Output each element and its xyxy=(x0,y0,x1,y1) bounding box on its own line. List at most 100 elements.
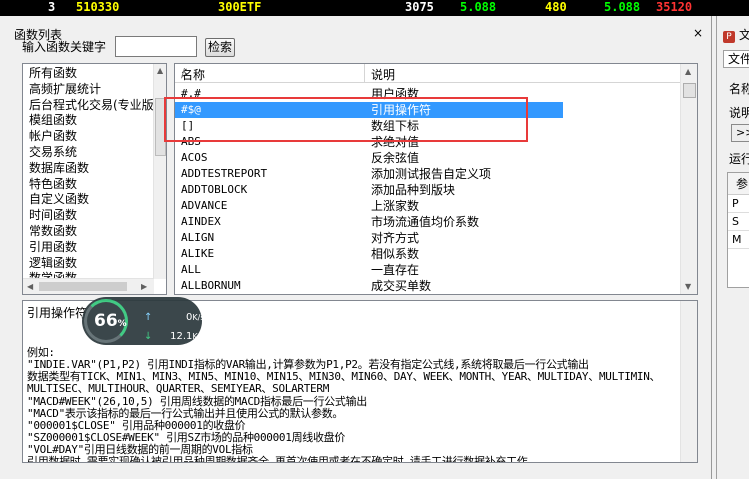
table-row[interactable]: [] 数组下标 xyxy=(175,118,681,134)
table-row[interactable]: ABS 求绝对值 xyxy=(175,134,681,150)
params-grid-row[interactable]: P xyxy=(728,195,749,213)
scroll-left-icon[interactable]: ◀ xyxy=(27,282,33,292)
column-header-name[interactable]: 名称 / xyxy=(175,64,365,83)
function-name: #$@ xyxy=(181,103,201,116)
params-grid-row[interactable]: S xyxy=(728,213,749,231)
table-row[interactable]: ADDTOBLOCK 添加品种到版块 xyxy=(175,182,681,198)
network-monitor-widget[interactable]: 66% ↑ 0K/s ↓ 12.1K/s xyxy=(82,297,205,345)
sort-divider-icon: / xyxy=(181,66,186,80)
upload-speed: ↑ 0K/s xyxy=(144,312,205,323)
desc-label: 说明 xyxy=(729,106,749,120)
function-name: ABS xyxy=(181,135,201,148)
table-row[interactable]: ALIKE 相似系数 xyxy=(175,246,681,262)
table-row[interactable]: ALIGN 对齐方式 xyxy=(175,230,681,246)
function-name: AINDEX xyxy=(181,215,221,228)
category-item[interactable]: 所有函数 xyxy=(29,65,77,81)
ticker-name: 300ETF xyxy=(218,0,262,14)
function-description: 上涨家数 xyxy=(371,199,420,213)
formula-editor-panel: P文 文件 名称 说明 >> 运行 参 PSM xyxy=(716,16,749,479)
scrollbar-thumb[interactable] xyxy=(39,282,127,291)
selection-highlight xyxy=(175,102,563,118)
scroll-up-icon[interactable]: ▲ xyxy=(157,66,163,76)
ticker-volume: 3075 xyxy=(405,0,434,14)
params-grid-row[interactable]: M xyxy=(728,231,749,249)
table-row[interactable]: #.# 用户函数 xyxy=(175,86,681,102)
keyword-input[interactable] xyxy=(115,36,197,57)
function-name: ADDTOBLOCK xyxy=(181,183,248,196)
function-name: ALL xyxy=(181,263,201,276)
search-button[interactable]: 检索 xyxy=(205,38,235,57)
detail-line: MULTISEC、MULTIHOUR、QUARTER、SEMIYEAR、SOLA… xyxy=(27,382,330,395)
category-item[interactable]: 自定义函数 xyxy=(29,191,89,207)
ticker-price: 5.088 xyxy=(460,0,497,14)
function-description: 求绝对值 xyxy=(371,135,420,149)
scroll-right-icon[interactable]: ▶ xyxy=(141,282,147,292)
function-description: 添加测试报告自定义项 xyxy=(371,167,492,181)
category-item[interactable]: 特色函数 xyxy=(29,176,77,192)
category-item[interactable]: 常数函数 xyxy=(29,223,77,239)
expand-button[interactable]: >> xyxy=(731,124,749,142)
table-row[interactable]: ACOS 反余弦值 xyxy=(175,150,681,166)
function-name: ACOS xyxy=(181,151,208,164)
scroll-up-icon[interactable]: ▲ xyxy=(685,67,691,77)
category-item[interactable]: 引用函数 xyxy=(29,239,77,255)
function-description: 反余弦值 xyxy=(371,151,420,165)
name-label: 名称 xyxy=(729,82,749,96)
table-row[interactable]: #$@ 引用操作符 xyxy=(175,102,681,118)
usage-percent: 66% xyxy=(94,311,127,331)
table-vertical-scrollbar[interactable]: ▲ ▼ xyxy=(680,64,697,294)
function-description: 成交买单数 xyxy=(371,279,432,293)
scrollbar-thumb[interactable] xyxy=(683,83,696,98)
function-table[interactable]: 名称 / 说明 #.# 用户函数 #$@ 引用操作符[] 数组下标 ABS 求绝对值 ACOS… xyxy=(174,63,698,295)
category-item[interactable]: 时间函数 xyxy=(29,207,77,223)
category-item[interactable]: 高频扩展统计 xyxy=(29,81,101,97)
function-name: #.# xyxy=(181,87,201,100)
download-speed: ↓ 12.1K/s xyxy=(144,331,205,342)
table-row[interactable]: ALL 一直存在 xyxy=(175,262,681,278)
function-description: 相似系数 xyxy=(371,247,420,261)
dialog-titlebar[interactable]: 函数列表 × xyxy=(0,24,712,44)
function-description: 数组下标 xyxy=(371,119,420,133)
category-item[interactable]: 帐户函数 xyxy=(29,128,77,144)
category-item[interactable]: 模组函数 xyxy=(29,112,77,128)
function-description: 市场流通值均价系数 xyxy=(371,215,480,229)
ticker-ask: 5.088 xyxy=(604,0,641,14)
function-description: 对齐方式 xyxy=(371,231,420,245)
table-row[interactable]: AINDEX 市场流通值均价系数 xyxy=(175,214,681,230)
params-grid[interactable]: 参 PSM xyxy=(727,172,749,288)
function-name: [] xyxy=(181,119,195,132)
function-name: ADVANCE xyxy=(181,199,228,212)
category-item[interactable]: 后台程式化交易(专业版) xyxy=(29,97,158,113)
close-icon[interactable]: × xyxy=(691,27,705,40)
ticker-code: 510330 xyxy=(76,0,120,14)
table-row[interactable]: ADVANCE 上涨家数 xyxy=(175,198,681,214)
category-horizontal-scrollbar[interactable]: ◀ ▶ xyxy=(23,278,154,294)
ticker-qty: 480 xyxy=(545,0,567,14)
function-name: ALIKE xyxy=(181,247,215,260)
panel-title: P文 xyxy=(723,26,749,43)
category-list[interactable]: 所有函数 高频扩展统计 后台程式化交易(专业版) 模组函数 帐户函数 交易系统 数据库函数特… xyxy=(22,63,167,295)
category-item[interactable]: 逻辑函数 xyxy=(29,255,77,271)
ticker-index: 3 xyxy=(48,0,56,14)
function-name: ADDTESTREPORT xyxy=(181,167,268,180)
app-icon: P xyxy=(723,31,735,43)
table-row[interactable]: ADDTESTREPORT 添加测试报告自定义项 xyxy=(175,166,681,182)
function-description: 添加品种到版块 xyxy=(371,183,456,197)
category-item[interactable]: 交易系统 xyxy=(29,144,77,160)
category-item[interactable]: 数据库函数 xyxy=(29,160,89,176)
function-description: 引用操作符 xyxy=(371,103,432,117)
download-arrow-icon: ↓ xyxy=(144,331,153,342)
tab-file[interactable]: 文件 xyxy=(723,50,749,68)
ticker-amount: 35120 xyxy=(656,0,693,14)
scroll-down-icon[interactable]: ▼ xyxy=(685,282,691,292)
category-vertical-scrollbar[interactable]: ▲ xyxy=(153,64,166,279)
detail-vertical-scrollbar[interactable] xyxy=(680,301,697,462)
function-description: 用户函数 xyxy=(371,87,420,101)
stock-ticker-strip: 3 510330 300ETF 3075 5.088 480 5.088 351… xyxy=(0,0,749,16)
scrollbar-thumb[interactable] xyxy=(155,98,166,156)
upload-arrow-icon: ↑ xyxy=(144,312,153,323)
params-grid-header: 参 xyxy=(728,173,749,195)
table-row[interactable]: ALLBORNUM 成交买单数 xyxy=(175,278,681,294)
function-description: 一直存在 xyxy=(371,263,420,277)
column-header-description[interactable]: 说明 xyxy=(365,64,681,83)
